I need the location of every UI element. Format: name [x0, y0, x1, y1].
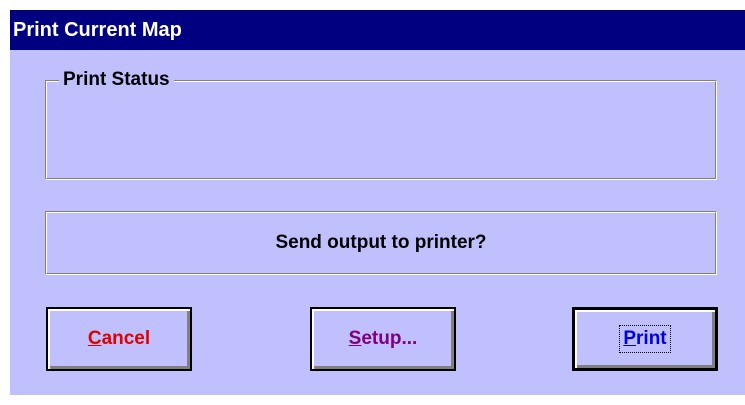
prompt-text: Send output to printer? [275, 232, 487, 253]
setup-button[interactable]: Setup... [310, 307, 456, 371]
cancel-label-rest: ancel [101, 328, 151, 349]
print-status-legend: Print Status [59, 67, 174, 93]
cancel-button-label: Cancel [88, 328, 150, 350]
print-status-group: Print Status [45, 67, 717, 180]
cancel-accelerator: C [87, 328, 102, 349]
setup-button-label: Setup... [349, 328, 418, 350]
dialog-title: Print Current Map [10, 10, 745, 50]
print-button-label: Print [619, 325, 671, 353]
print-dialog: Print Current Map Print Status Send outp… [10, 10, 745, 395]
print-accelerator: P [623, 328, 637, 349]
setup-accelerator: S [348, 328, 362, 349]
prompt-panel: Send output to printer? [45, 211, 717, 275]
print-label-rest: rint [636, 328, 667, 349]
setup-label-rest: etup... [361, 328, 418, 349]
cancel-button[interactable]: Cancel [46, 307, 192, 371]
print-button[interactable]: Print [572, 307, 718, 371]
